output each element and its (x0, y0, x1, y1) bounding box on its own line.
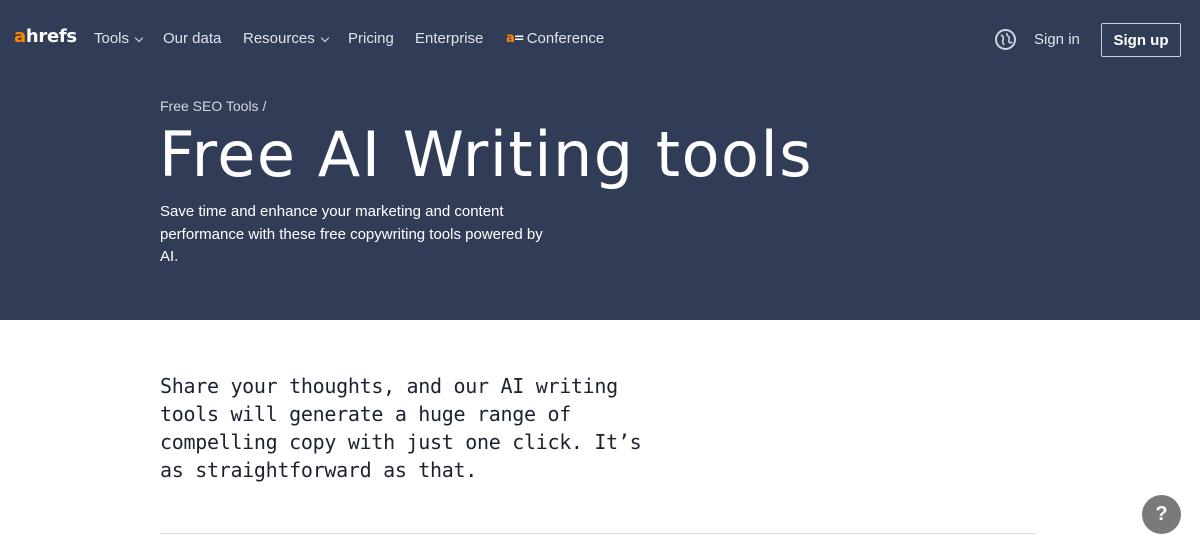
nav-enterprise[interactable]: Enterprise (415, 29, 483, 49)
nav-conference[interactable]: a= Conference (506, 29, 604, 49)
page-subtitle: Save time and enhance your marketing and… (160, 203, 543, 265)
chevron-down-icon (320, 33, 329, 42)
breadcrumb[interactable]: Free SEO Tools / (160, 97, 266, 115)
chevron-down-icon (134, 33, 144, 42)
nav-tools[interactable]: Tools (94, 29, 144, 49)
ahrefs-logo[interactable]: ahrefs (14, 26, 77, 48)
ahrefs-evolve-icon: a= (506, 31, 525, 46)
nav-our-data[interactable]: Our data (163, 29, 221, 49)
question-icon: ? (1155, 503, 1168, 525)
intro-text: Share your thoughts, and our AI writing … (160, 374, 642, 482)
section-divider (160, 533, 1036, 534)
globe-icon-glyph (1000, 32, 1013, 46)
sign-up-button[interactable]: Sign up (1101, 23, 1181, 57)
nav-resources[interactable]: Resources (243, 29, 329, 49)
page-title: Free AI Writing tools (159, 118, 814, 191)
globe-icon[interactable] (995, 29, 1016, 50)
sign-in-link[interactable]: Sign in (1034, 30, 1080, 50)
nav-pricing[interactable]: Pricing (348, 29, 394, 49)
help-button[interactable]: ? (1142, 495, 1181, 534)
